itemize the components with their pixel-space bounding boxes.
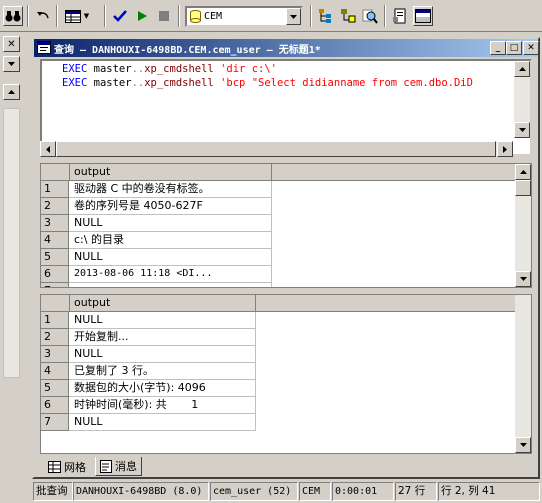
maximize-button[interactable]: □ xyxy=(506,41,522,55)
scroll-left-icon[interactable] xyxy=(40,141,56,157)
scroll-right-icon[interactable] xyxy=(497,141,513,157)
table-row[interactable]: 5 数据包的大小(字节): 4096 xyxy=(41,380,256,397)
table-row[interactable]: 2 卷的序列号是 4050-627F xyxy=(41,198,272,215)
table-row[interactable]: 3 NULL xyxy=(41,215,272,232)
check-icon[interactable] xyxy=(110,6,130,26)
chevron-down-icon[interactable]: ▼ xyxy=(84,12,89,20)
results-grid-1[interactable]: output 1 驱动器 C 中的卷没有标签。 2 卷的序列号是 4050-62… xyxy=(40,163,532,288)
table-row[interactable]: 1 NULL xyxy=(41,312,256,329)
table-row[interactable]: 5 NULL xyxy=(41,249,272,266)
scroll-down-icon[interactable] xyxy=(515,437,531,453)
editor-hscrollbar[interactable] xyxy=(40,141,513,157)
status-database: CEM xyxy=(299,482,331,501)
object-browser-icon[interactable] xyxy=(316,6,336,26)
table-row[interactable]: 2 开始复制... xyxy=(41,329,256,346)
toolbar: ▼ CEM xyxy=(0,0,542,32)
status-cursor-position: 行 2, 列 41 xyxy=(438,482,540,501)
row-header-corner xyxy=(41,295,70,312)
results-grid-2[interactable]: output 1 NULL 2 开始复制... 3 NULL 4 已复制了 3 行。 5… xyxy=(40,294,532,454)
stop-icon[interactable] xyxy=(154,6,174,26)
status-row-count: 27 行 xyxy=(395,482,437,501)
query-icon xyxy=(37,41,51,54)
object-search-icon[interactable] xyxy=(338,6,358,26)
results1-vscrollbar[interactable] xyxy=(515,164,531,287)
table-row[interactable]: 3 NULL xyxy=(41,346,256,363)
minimize-button[interactable]: _ xyxy=(490,41,506,55)
row-header-corner xyxy=(41,164,70,181)
table-row[interactable]: 7 NULL xyxy=(41,414,256,431)
scroll-down-icon[interactable] xyxy=(514,122,530,138)
table-row[interactable]: 6 时钟时间(毫秒): 共 1 xyxy=(41,397,256,414)
chevron-down-icon[interactable] xyxy=(3,56,20,72)
column-header[interactable]: output xyxy=(70,295,256,312)
query-window-title: 查询 — DANHOUXI-6498BD.CEM.cem_user — 无标题1… xyxy=(54,44,321,56)
database-select-value: CEM xyxy=(204,11,223,22)
hscroll-thumb[interactable] xyxy=(56,141,496,157)
results-pane-icon[interactable] xyxy=(413,6,433,26)
close-button[interactable]: ✕ xyxy=(523,41,539,55)
status-elapsed-time: 0:00:01 xyxy=(332,482,394,501)
editor-vscrollbar[interactable] xyxy=(514,61,530,138)
scroll-up-icon[interactable] xyxy=(3,84,20,100)
object-browser-scrollbar[interactable] xyxy=(3,108,20,378)
object-browser-pane: ✕ xyxy=(0,32,24,503)
table-row[interactable]: 4 已复制了 3 行。 xyxy=(41,363,256,380)
close-icon[interactable]: ✕ xyxy=(3,36,20,52)
table-row[interactable]: 6 2013-08-06 11:18 <DI... xyxy=(41,266,272,283)
scroll-up-icon[interactable] xyxy=(515,164,531,180)
query-window: 查询 — DANHOUXI-6498BD.CEM.cem_user — 无标题1… xyxy=(32,37,540,479)
scroll-up-icon[interactable] xyxy=(514,61,530,77)
table-row[interactable]: 1 驱动器 C 中的卷没有标签。 xyxy=(41,181,272,198)
results2-vscrollbar[interactable] xyxy=(515,295,531,453)
status-bar: 批查询 DANHOUXI-6498BD (8.0) cem_user (52) … xyxy=(0,481,542,503)
code-line: EXEC master..xp_cmdshell 'bcp "Select di… xyxy=(62,77,473,89)
column-header[interactable]: output xyxy=(70,164,272,181)
table-row[interactable]: 4 c:\ 的目录 xyxy=(41,232,272,249)
database-icon xyxy=(190,10,201,23)
vscroll-thumb[interactable] xyxy=(515,180,531,196)
table-row[interactable]: 7 xyxy=(41,283,272,287)
tab-grid-label: 网格 xyxy=(64,460,86,474)
magnifier-icon[interactable] xyxy=(360,6,380,26)
scroll-down-icon[interactable] xyxy=(515,271,531,287)
code-line: EXEC master..xp_cmdshell 'dir c:\' xyxy=(62,63,277,75)
grid-results-icon[interactable]: ▼ xyxy=(63,6,91,26)
chevron-down-icon[interactable] xyxy=(286,8,301,25)
properties-icon[interactable] xyxy=(390,6,410,26)
results-tabs: 网格 消息 xyxy=(40,457,530,477)
status-server: DANHOUXI-6498BD (8.0) xyxy=(73,482,209,501)
message-icon xyxy=(100,459,112,473)
tab-messages[interactable]: 消息 xyxy=(95,457,142,476)
database-select[interactable]: CEM xyxy=(185,6,303,27)
undo-icon[interactable] xyxy=(33,6,53,26)
status-mode: 批查询 xyxy=(33,482,73,501)
grid-icon xyxy=(48,460,61,473)
status-user: cem_user (52) xyxy=(210,482,298,501)
run-icon[interactable] xyxy=(132,6,152,26)
tab-grid[interactable]: 网格 xyxy=(44,457,90,476)
binoculars-icon[interactable] xyxy=(3,6,23,26)
tab-messages-label: 消息 xyxy=(115,460,137,473)
query-window-titlebar[interactable]: 查询 — DANHOUXI-6498BD.CEM.cem_user — 无标题1… xyxy=(34,39,539,57)
